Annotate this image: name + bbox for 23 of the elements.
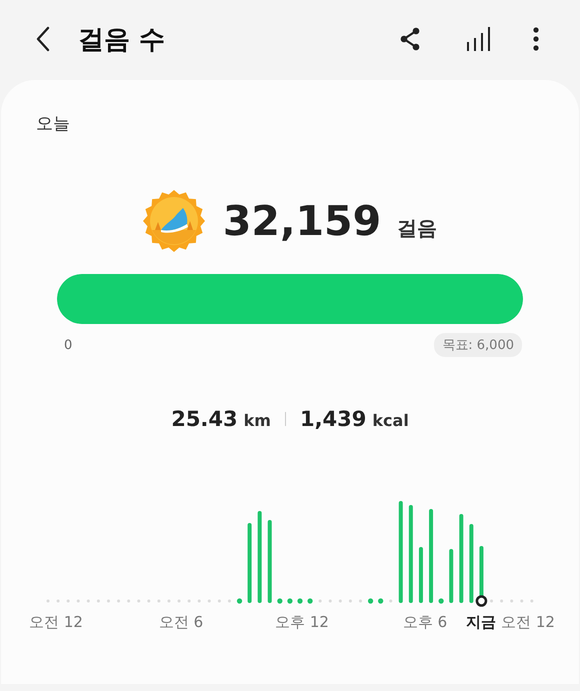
progress-start-label: 0 xyxy=(64,338,72,352)
goal-label: 목표: 6,000 xyxy=(434,333,522,357)
sneaker-badge-icon xyxy=(142,190,205,252)
stat-unit: kcal xyxy=(372,411,409,430)
stat-value: 1,439 xyxy=(300,407,366,431)
more-icon xyxy=(532,27,540,51)
time-axis-label: 오전 12 xyxy=(29,613,83,632)
step-count: 32,159 xyxy=(222,197,382,245)
time-axis-label: 오전 6 xyxy=(158,613,204,632)
page-title: 걸음 수 xyxy=(78,24,166,56)
chart-button[interactable] xyxy=(464,25,492,53)
bar-chart-icon xyxy=(465,26,491,52)
period-label: 오늘 xyxy=(36,113,70,135)
time-axis-label: 오후 12 xyxy=(275,613,329,632)
step-unit: 걸음 xyxy=(397,214,438,242)
stat-unit: km xyxy=(244,411,271,430)
back-icon xyxy=(35,26,51,52)
time-axis-label: 지금 xyxy=(466,613,496,632)
stat-value: 25.43 xyxy=(171,407,238,431)
share-icon xyxy=(398,27,422,51)
current-time-marker xyxy=(476,595,488,607)
time-axis-label: 오전 12 xyxy=(501,613,555,632)
time-axis-label: 오후 6 xyxy=(402,613,448,632)
